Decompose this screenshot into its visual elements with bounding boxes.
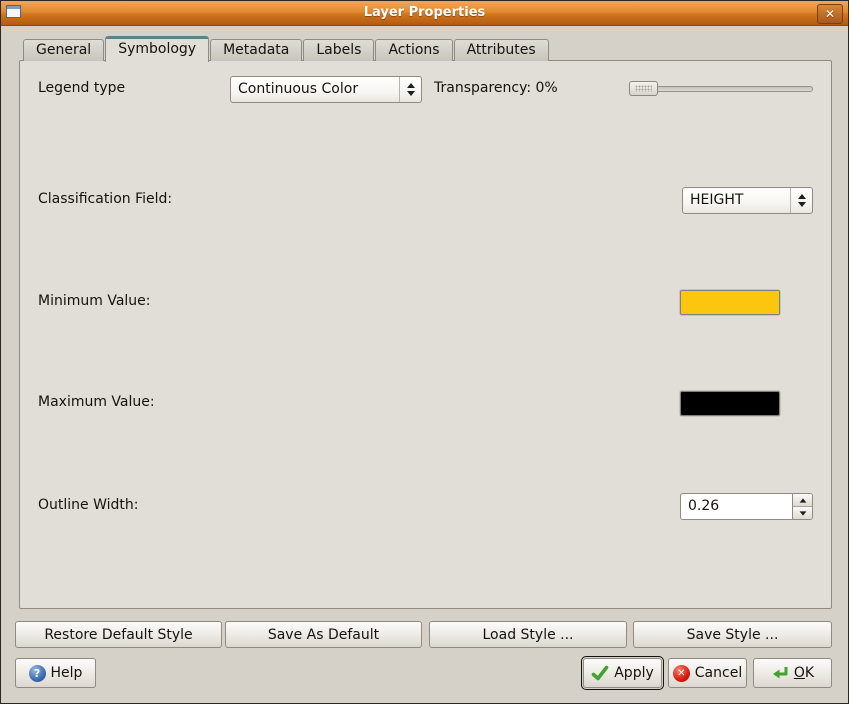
- spin-up-button[interactable]: [793, 494, 812, 507]
- checkmark-icon: [591, 665, 609, 681]
- minimum-value-color-button[interactable]: [680, 290, 780, 315]
- maximum-value-label: Maximum Value:: [38, 392, 155, 412]
- save-as-default-button[interactable]: Save As Default: [225, 621, 422, 648]
- ok-label: OK: [794, 665, 814, 681]
- tab-symbology[interactable]: Symbology: [105, 36, 209, 62]
- close-icon: ✕: [818, 5, 842, 23]
- close-button[interactable]: ✕: [817, 4, 843, 24]
- window-title: Layer Properties: [1, 1, 848, 25]
- save-as-default-label: Save As Default: [268, 627, 379, 643]
- tab-labels[interactable]: Labels: [303, 39, 374, 61]
- maximum-value-color-button[interactable]: [680, 391, 780, 416]
- help-label: Help: [51, 665, 83, 681]
- classification-field-combobox[interactable]: HEIGHT: [682, 187, 813, 214]
- classification-field-label: Classification Field:: [38, 189, 172, 209]
- cancel-icon: ✕: [673, 665, 690, 682]
- apply-button[interactable]: Apply: [583, 658, 662, 688]
- cancel-label: Cancel: [695, 665, 742, 681]
- enter-arrow-icon: [771, 665, 789, 681]
- combo-arrows-icon: [790, 188, 812, 213]
- outline-width-spinbox[interactable]: 0.26: [680, 493, 813, 520]
- cancel-button[interactable]: ✕ Cancel: [668, 658, 747, 688]
- legend-type-label: Legend type: [38, 78, 125, 98]
- legend-type-value: Continuous Color: [231, 77, 399, 102]
- tab-metadata[interactable]: Metadata: [210, 39, 302, 61]
- help-icon: ?: [29, 665, 46, 682]
- transparency-slider-handle[interactable]: [629, 81, 658, 96]
- restore-default-style-label: Restore Default Style: [44, 627, 192, 643]
- minimum-value-label: Minimum Value:: [38, 291, 151, 311]
- symbology-panel: Legend type Continuous Color Transparenc…: [19, 60, 832, 609]
- tab-attributes[interactable]: Attributes: [454, 39, 549, 61]
- tab-general[interactable]: General: [23, 39, 104, 61]
- restore-default-style-button[interactable]: Restore Default Style: [15, 621, 222, 648]
- transparency-label: Transparency: 0%: [434, 78, 558, 98]
- load-style-button[interactable]: Load Style ...: [429, 621, 627, 648]
- apply-label: Apply: [614, 665, 654, 681]
- legend-type-combobox[interactable]: Continuous Color: [230, 76, 422, 103]
- spin-down-button[interactable]: [793, 507, 812, 519]
- tab-bar: General Symbology Metadata Labels Action…: [23, 37, 550, 61]
- help-button[interactable]: ? Help: [15, 658, 96, 688]
- titlebar[interactable]: Layer Properties ✕: [1, 1, 848, 26]
- outline-width-value: 0.26: [681, 494, 792, 519]
- load-style-label: Load Style ...: [483, 627, 574, 643]
- combo-arrows-icon: [399, 77, 421, 102]
- classification-field-value: HEIGHT: [683, 188, 790, 213]
- outline-width-label: Outline Width:: [38, 495, 139, 515]
- save-style-button[interactable]: Save Style ...: [633, 621, 832, 648]
- tab-actions[interactable]: Actions: [375, 39, 452, 61]
- layer-properties-dialog: Layer Properties ✕ General Symbology Met…: [0, 0, 849, 704]
- ok-button[interactable]: OK: [753, 658, 832, 688]
- save-style-label: Save Style ...: [687, 627, 779, 643]
